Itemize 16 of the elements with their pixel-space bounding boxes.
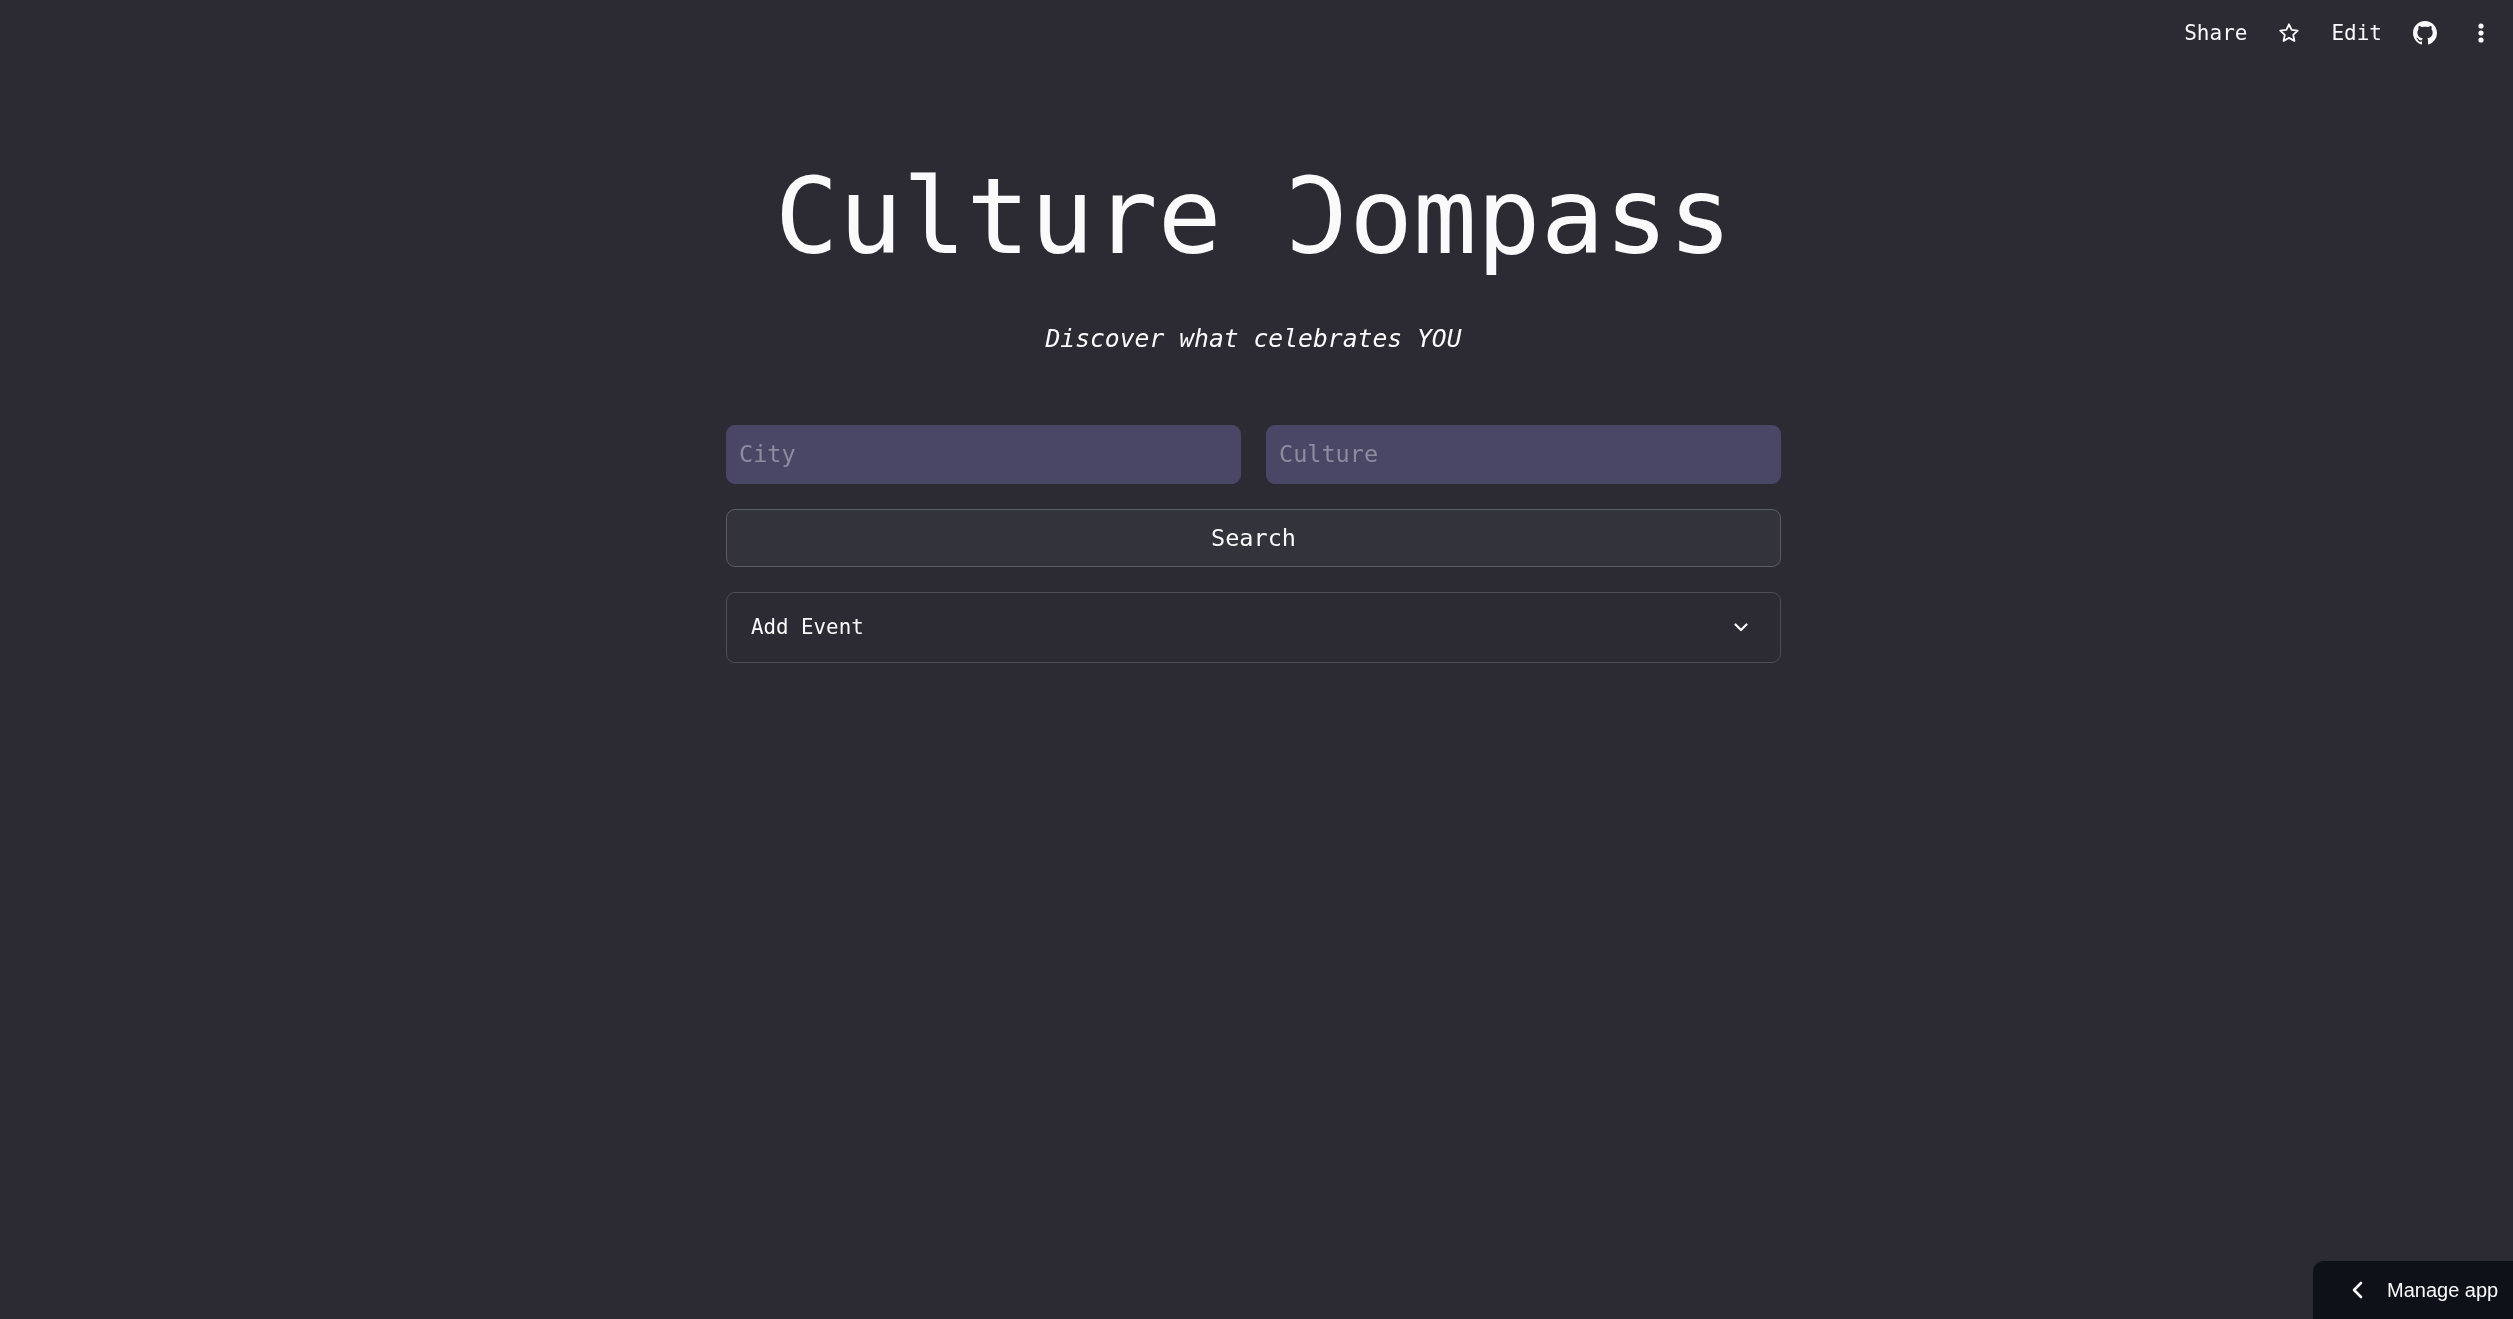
- edit-button[interactable]: Edit: [2331, 19, 2382, 47]
- expander-toggle[interactable]: Add Event: [726, 591, 1781, 663]
- text-input-field[interactable]: Culture: [1266, 424, 1781, 484]
- app-title: Culture Ɔompass: [773, 154, 1734, 280]
- share-button[interactable]: Share: [2184, 19, 2248, 47]
- chevron-left-icon: [2352, 1281, 2363, 1299]
- manage-app-button[interactable]: Manage app: [2313, 1261, 2513, 1319]
- star-icon: [2278, 22, 2301, 44]
- favorite-button[interactable]: [2278, 22, 2301, 44]
- repository-button[interactable]: [2413, 21, 2437, 45]
- more-menu-button[interactable]: [2478, 23, 2484, 43]
- app-subtitle: Discover what celebrates YOU: [1044, 323, 1463, 356]
- cat-logo-icon: [2413, 21, 2437, 45]
- search-button[interactable]: Search: [726, 508, 1781, 567]
- more-vertical-icon: [2478, 23, 2484, 43]
- text-input-field[interactable]: City: [726, 424, 1241, 484]
